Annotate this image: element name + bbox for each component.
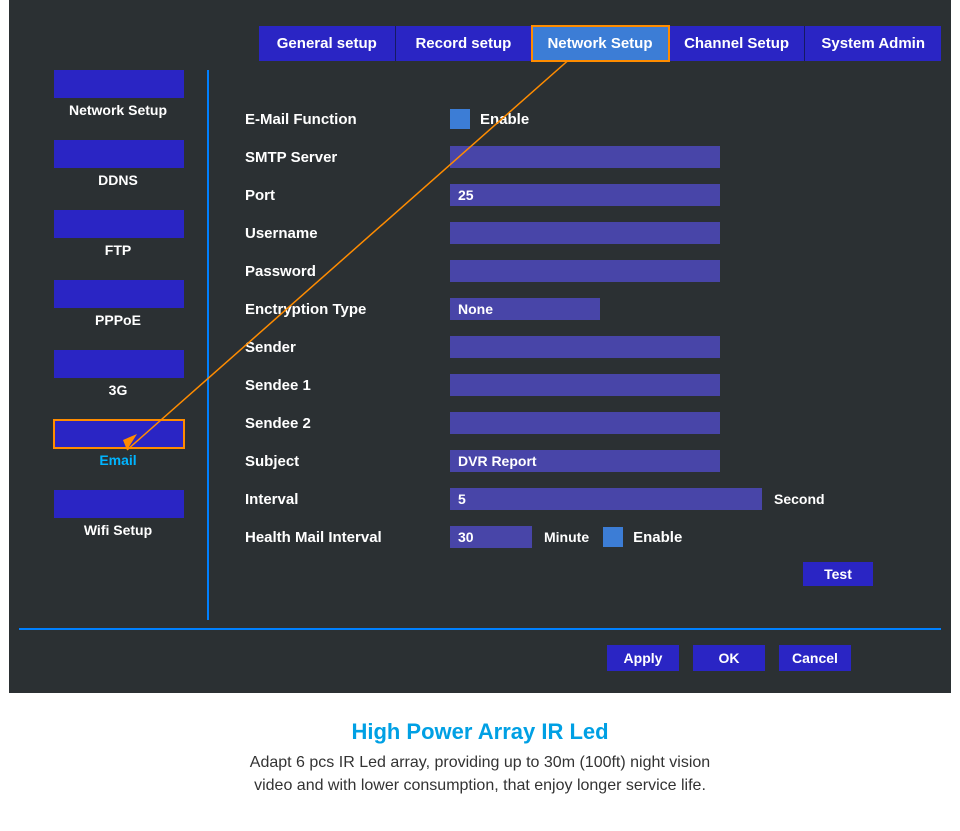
unit-minute: Minute [544,529,589,545]
promo-title: High Power Array IR Led [0,719,960,745]
input-sendee2[interactable] [450,412,720,434]
label-email-function: E-Mail Function [245,111,450,128]
input-interval[interactable]: 5 [450,488,762,510]
apply-button[interactable]: Apply [607,645,679,671]
sidebar-item-email[interactable]: Email [54,420,182,476]
input-port[interactable]: 25 [450,184,720,206]
tab-channel[interactable]: Channel Setup [669,26,806,61]
input-subject[interactable]: DVR Report [450,450,720,472]
sidebar-item-network[interactable]: Network Setup [54,70,182,126]
sidebar: Network Setup DDNS FTP PPPoE 3G Email [9,70,209,620]
label-sender: Sender [245,339,450,356]
promo-block: High Power Array IR Led Adapt 6 pcs IR L… [0,703,960,827]
label-password: Password [245,263,450,280]
label-username: Username [245,225,450,242]
sidebar-item-3g[interactable]: 3G [54,350,182,406]
sidebar-item-ftp[interactable]: FTP [54,210,182,266]
input-sendee1[interactable] [450,374,720,396]
top-tabs: General setup Record setup Network Setup… [9,26,951,61]
select-encryption-type[interactable]: None [450,298,600,320]
tab-general[interactable]: General setup [259,26,396,61]
sidebar-item-ddns[interactable]: DDNS [54,140,182,196]
label-sendee1: Sendee 1 [245,377,450,394]
label-port: Port [245,187,450,204]
tab-record[interactable]: Record setup [396,26,533,61]
tab-system[interactable]: System Admin [805,26,941,61]
ok-button[interactable]: OK [693,645,765,671]
label-health-enable: Enable [633,529,682,546]
unit-second: Second [774,491,825,507]
label-interval: Interval [245,491,450,508]
tab-network[interactable]: Network Setup [532,26,669,61]
test-button[interactable]: Test [803,562,873,586]
promo-line2: video and with lower consumption, that e… [0,774,960,797]
input-health-interval[interactable]: 30 [450,526,532,548]
input-smtp-server[interactable] [450,146,720,168]
checkbox-health-enable[interactable] [603,527,623,547]
footer-buttons: Apply OK Cancel [19,628,941,693]
input-password[interactable] [450,260,720,282]
input-username[interactable] [450,222,720,244]
label-enable: Enable [480,111,529,128]
label-encryption: Enctryption Type [245,301,450,318]
label-sendee2: Sendee 2 [245,415,450,432]
input-sender[interactable] [450,336,720,358]
checkbox-email-enable[interactable] [450,109,470,129]
label-subject: Subject [245,453,450,470]
sidebar-item-wifi[interactable]: Wifi Setup [54,490,182,546]
sidebar-item-pppoe[interactable]: PPPoE [54,280,182,336]
label-health-interval: Health Mail Interval [245,529,450,546]
promo-line1: Adapt 6 pcs IR Led array, providing up t… [0,751,960,774]
email-settings-form: E-Mail Function Enable SMTP Server Port … [209,70,951,620]
cancel-button[interactable]: Cancel [779,645,851,671]
label-smtp: SMTP Server [245,149,450,166]
